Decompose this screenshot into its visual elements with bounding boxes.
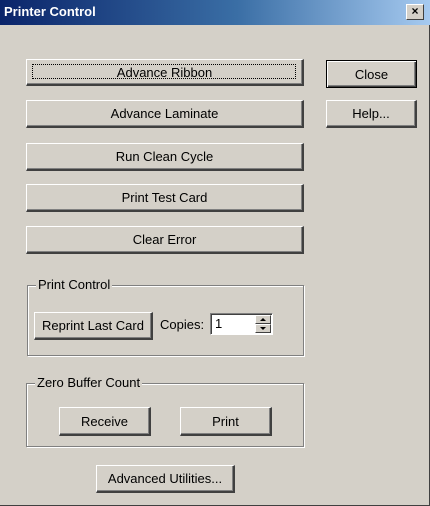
advanced-utilities-button[interactable]: Advanced Utilities... (96, 465, 235, 493)
reprint-last-card-button[interactable]: Reprint Last Card (34, 312, 153, 340)
copies-value: 1 (215, 316, 223, 331)
advance-ribbon-button[interactable]: Advance Ribbon (26, 59, 304, 86)
close-window-icon[interactable]: × (406, 4, 424, 20)
copies-increment-button[interactable] (255, 315, 271, 324)
run-clean-cycle-button[interactable]: Run Clean Cycle (26, 143, 304, 171)
close-button-label: Close (354, 66, 389, 82)
print-test-card-label: Print Test Card (121, 190, 208, 205)
print-control-group-label: Print Control (36, 277, 113, 293)
receive-button-label: Receive (81, 413, 128, 429)
reprint-last-card-label: Reprint Last Card (42, 318, 144, 333)
advance-laminate-label: Advance Laminate (110, 106, 219, 121)
receive-button[interactable]: Receive (59, 407, 151, 436)
arrow-up-icon (260, 318, 266, 321)
title-bar[interactable]: Printer Control × (0, 0, 430, 25)
print-button[interactable]: Print (180, 407, 272, 436)
advance-laminate-button[interactable]: Advance Laminate (26, 100, 304, 128)
zero-buffer-count-group-label: Zero Buffer Count (35, 375, 143, 391)
copies-stepper[interactable]: 1 (210, 313, 273, 335)
window-title: Printer Control (4, 4, 96, 19)
arrow-down-icon (260, 327, 266, 330)
print-button-label: Print (212, 413, 239, 429)
help-button-label: Help... (352, 106, 390, 121)
print-test-card-button[interactable]: Print Test Card (26, 184, 304, 212)
run-clean-cycle-label: Run Clean Cycle (115, 149, 214, 164)
clear-error-button[interactable]: Clear Error (26, 226, 304, 254)
copies-decrement-button[interactable] (255, 324, 271, 333)
advance-ribbon-label: Advance Ribbon (116, 64, 213, 80)
clear-error-label: Clear Error (132, 232, 197, 247)
advanced-utilities-label: Advanced Utilities... (107, 471, 223, 486)
close-button[interactable]: Close (326, 60, 417, 88)
printer-control-dialog: Printer Control × Advance Ribbon Advance… (0, 0, 430, 506)
help-button[interactable]: Help... (326, 100, 417, 128)
copies-label: Copies: (160, 317, 205, 332)
